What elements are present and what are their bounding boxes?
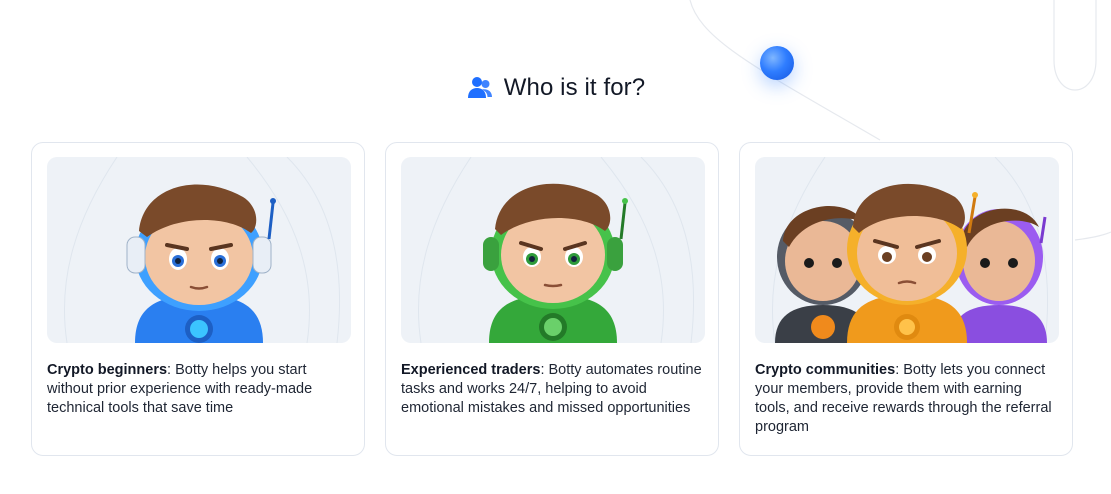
- green-robot-boy-illustration: [401, 157, 705, 343]
- card-description: Experienced traders: Botty automates rou…: [401, 361, 705, 418]
- card-description: Crypto beginners: Botty helps you start …: [47, 361, 351, 418]
- section-header: Who is it for?: [0, 74, 1111, 102]
- card-title: Crypto beginners: [47, 362, 168, 378]
- blue-robot-boy-illustration: [47, 157, 351, 343]
- section-title: Who is it for?: [503, 74, 646, 101]
- card-description: Crypto communities: Botty lets you conne…: [755, 361, 1059, 437]
- audience-card-traders: Experienced traders: Botty automates rou…: [385, 142, 719, 456]
- users-icon: [467, 77, 492, 98]
- audience-card-communities: Crypto communities: Botty lets you conne…: [739, 142, 1073, 456]
- group-robot-boys-illustration: [755, 157, 1059, 343]
- card-title: Crypto communities: [755, 362, 896, 378]
- audience-card-beginners: Crypto beginners: Botty helps you start …: [31, 142, 365, 456]
- card-title: Experienced traders: [401, 362, 541, 378]
